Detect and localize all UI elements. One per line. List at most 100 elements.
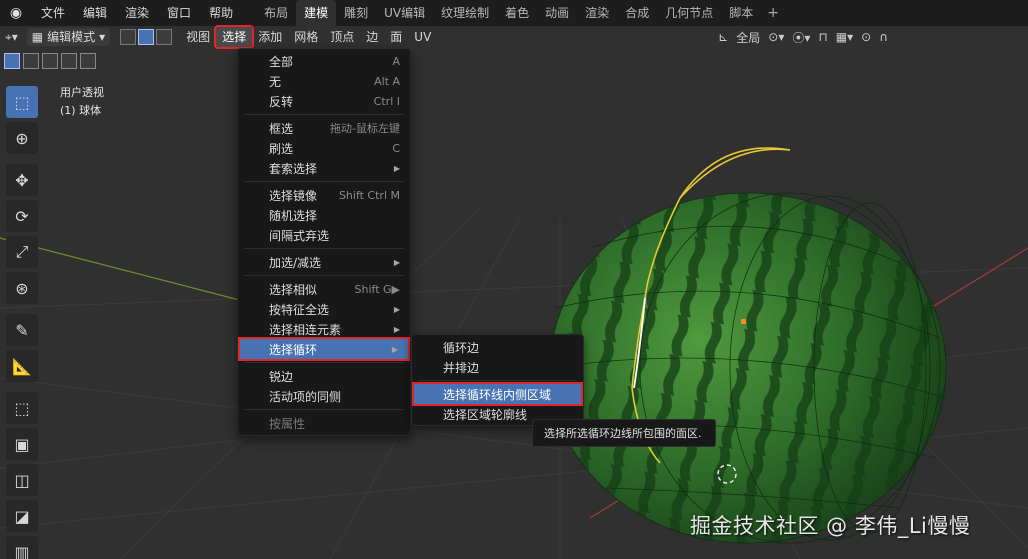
menu-item-select-loops[interactable]: 选择循环 ▶ [238, 337, 410, 361]
view-info: 用户透视 (1) 球体 [60, 84, 104, 120]
tab-layout[interactable]: 布局 [256, 0, 296, 26]
menu-mesh[interactable]: 网格 [288, 27, 324, 47]
magnet-snap-icon[interactable]: ⊓ [818, 30, 827, 44]
cursor-tool[interactable]: ⊕ [6, 122, 38, 154]
chevron-right-icon: ▶ [393, 257, 400, 267]
tab-scripting[interactable]: 脚本 [721, 0, 761, 26]
edge-select-button[interactable] [138, 29, 155, 45]
move-tool[interactable]: ✥ [6, 164, 38, 196]
menu-item-select-random[interactable]: 随机选择 [238, 205, 410, 225]
chevron-right-icon: ▶ [393, 304, 400, 314]
scale-icon: ⤢ [15, 242, 29, 261]
tab-sculpting[interactable]: 雕刻 [336, 0, 376, 26]
chevron-right-icon: ▶ [393, 324, 400, 334]
watermark: 掘金技术社区 @ 李伟_Li慢慢 [690, 514, 971, 538]
annotate-tool[interactable]: ✎ [6, 314, 38, 346]
loop-cut-icon: ▥ [14, 542, 30, 559]
vertex-select-button[interactable] [120, 29, 137, 45]
tab-rendering[interactable]: 渲染 [577, 0, 617, 26]
select-invert-button[interactable] [61, 53, 77, 69]
menu-item-select-more-less[interactable]: 加选/减选 ▶ [238, 252, 410, 272]
menu-item-checker-deselect[interactable]: 间隔式弃选 [238, 225, 410, 245]
menu-face[interactable]: 面 [384, 27, 408, 47]
menu-help[interactable]: 帮助 [200, 0, 242, 26]
tab-texture-paint[interactable]: 纹理绘制 [433, 0, 497, 26]
menu-item-select-similar[interactable]: 选择相似 Shift G▶ [238, 279, 410, 299]
menu-item-circle-select[interactable]: 刷选 C [238, 138, 410, 158]
menu-item-select-mirror[interactable]: 选择镜像 Shift Ctrl M [238, 185, 410, 205]
menu-item-select-all-by-trait[interactable]: 按特征全选 ▶ [238, 299, 410, 319]
menu-item-lasso-select[interactable]: 套索选择 ▶ [238, 158, 410, 178]
menu-separator [244, 275, 404, 276]
edit-mode-icon: ▦ [31, 30, 44, 44]
select-new-button[interactable] [4, 53, 20, 69]
extrude-icon: ▣ [14, 434, 30, 454]
menu-item-select-all[interactable]: 全部 A [238, 51, 410, 71]
tab-animation[interactable]: 动画 [537, 0, 577, 26]
menu-vertex[interactable]: 顶点 [324, 27, 360, 47]
pencil-icon: ✎ [15, 320, 29, 340]
main-menu: 文件 编辑 渲染 窗口 帮助 [32, 0, 242, 26]
3d-viewport[interactable] [0, 48, 1028, 559]
menu-file[interactable]: 文件 [32, 0, 74, 26]
menu-item-edge-loops[interactable]: 循环边 [412, 337, 583, 357]
menu-item-box-select[interactable]: 框选 拖动-鼠标左键 [238, 118, 410, 138]
tab-uv-editing[interactable]: UV编辑 [376, 0, 433, 26]
pivot-point-icon[interactable]: ⊙▾ [768, 30, 784, 44]
face-select-button[interactable] [156, 29, 173, 45]
tab-modeling[interactable]: 建模 [296, 0, 337, 26]
menu-add[interactable]: 添加 [252, 27, 288, 47]
snap-target-icon[interactable]: ▦▾ [836, 30, 853, 44]
ruler-icon: 📐 [12, 356, 32, 376]
extrude-tool[interactable]: ▣ [6, 428, 38, 460]
rotate-tool[interactable]: ⟳ [6, 200, 38, 232]
loop-cut-tool[interactable]: ▥ [6, 536, 38, 559]
menu-select[interactable]: 选择 [214, 25, 255, 49]
menu-edit[interactable]: 编辑 [74, 0, 116, 26]
scale-tool[interactable]: ⤢ [6, 236, 38, 268]
tool-shelf: ⬚ ⊕ ✥ ⟳ ⤢ ⊛ ✎ 📐 ⬚ ▣ ◫ ◪ ▥ [6, 86, 40, 559]
menu-render[interactable]: 渲染 [116, 0, 158, 26]
menu-item-invert[interactable]: 反转 Ctrl I [238, 91, 410, 111]
transform-tool[interactable]: ⊛ [6, 272, 38, 304]
tab-compositing[interactable]: 合成 [617, 0, 657, 26]
menu-item-edge-rings[interactable]: 并排边 [412, 357, 583, 377]
mode-label: 编辑模式 [47, 30, 96, 44]
mode-selector[interactable]: ▦ 编辑模式 ▾ [26, 28, 111, 46]
menu-item-select-sharp-edges[interactable]: 锐边 [238, 366, 410, 386]
chevron-right-icon: ▶ [393, 163, 400, 173]
bevel-tool[interactable]: ◪ [6, 500, 38, 532]
tab-shading[interactable]: 着色 [497, 0, 537, 26]
menu-separator [418, 380, 577, 381]
select-loops-submenu: 循环边 并排边 选择循环线内侧区域 选择区域轮廓线 [411, 334, 584, 426]
inset-tool[interactable]: ◫ [6, 464, 38, 496]
select-intersect-button[interactable] [80, 53, 96, 69]
bevel-icon: ◪ [14, 506, 30, 526]
transform-orientation-icon[interactable]: ⊾ [718, 30, 728, 44]
menu-item-side-of-active[interactable]: 活动项的同侧 [238, 386, 410, 406]
menu-item-select-loop-inner-region[interactable]: 选择循环线内侧区域 [412, 382, 583, 406]
blender-logo-icon[interactable]: ◉ [4, 0, 28, 26]
menu-separator [244, 181, 404, 182]
select-extend-button[interactable] [23, 53, 39, 69]
select-box-tool[interactable]: ⬚ [6, 86, 38, 118]
editor-type-button[interactable]: ⌖▾ [0, 27, 23, 47]
falloff-icon[interactable]: ∩ [879, 30, 888, 44]
proportional-edit-icon[interactable]: ⊙ [861, 30, 871, 44]
select-subtract-button[interactable] [42, 53, 58, 69]
menu-item-select-none[interactable]: 无 Alt A [238, 71, 410, 91]
measure-tool[interactable]: 📐 [6, 350, 38, 382]
add-workspace-button[interactable]: + [761, 0, 785, 26]
transform-orientation-label[interactable]: 全局 [736, 29, 760, 46]
menu-view[interactable]: 视图 [180, 27, 216, 47]
tab-geometry-nodes[interactable]: 几何节点 [657, 0, 721, 26]
snap-icon[interactable]: ⦿▾ [792, 29, 810, 46]
tooltip-text: 选择所选循环边线所包围的面区. [544, 427, 702, 440]
chevron-right-icon: ▶ [391, 344, 398, 354]
menu-edge[interactable]: 边 [360, 27, 384, 47]
add-cube-tool[interactable]: ⬚ [6, 392, 38, 424]
viewport-header: ⌖▾ ▦ 编辑模式 ▾ 视图 选择 添加 网格 顶点 边 面 UV ⊾ 全局 ⊙… [0, 25, 1028, 49]
menu-uv[interactable]: UV [408, 27, 437, 47]
menu-window[interactable]: 窗口 [158, 0, 200, 26]
menu-item-select-linked[interactable]: 选择相连元素 ▶ [238, 319, 410, 339]
